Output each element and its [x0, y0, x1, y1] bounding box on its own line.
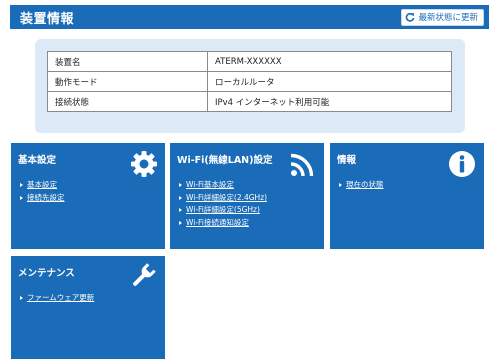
link-basic-settings[interactable]: 基本設定	[27, 180, 57, 189]
card-title-basic-settings: 基本設定	[18, 155, 57, 166]
operation-mode-value: ローカルルータ	[207, 71, 452, 92]
wifi-settings-links: Wi-Fi基本設定 Wi-Fi詳細設定(2.4GHz) Wi-Fi詳細設定(5G…	[179, 179, 267, 229]
link-wifi-basic-settings[interactable]: Wi-Fi基本設定	[186, 180, 234, 189]
maintenance-links: ファームウェア更新	[20, 292, 94, 305]
information-links: 現在の状態	[339, 179, 384, 192]
card-title-information: 情報	[337, 155, 357, 166]
connection-status-label: 接続状態	[47, 91, 208, 112]
list-item: Wi-Fi詳細設定(2.4GHz)	[179, 192, 267, 205]
card-title-maintenance: メンテナンス	[18, 268, 75, 279]
link-wifi-advanced-5ghz[interactable]: Wi-Fi詳細設定(5GHz)	[186, 205, 260, 214]
link-firmware-update[interactable]: ファームウェア更新	[27, 293, 94, 302]
link-wifi-connection-notification[interactable]: Wi-Fi接続通知設定	[186, 218, 249, 227]
operation-mode-label: 動作モード	[47, 71, 208, 92]
connection-status-value: IPv4 インターネット利用可能	[207, 91, 452, 112]
wrench-icon	[130, 263, 156, 293]
page-title: 装置情報	[20, 11, 75, 27]
list-item: 接続先設定	[20, 192, 65, 205]
table-row: 動作モード ローカルルータ	[47, 71, 452, 92]
list-item: Wi-Fi基本設定	[179, 179, 267, 192]
table-row: 接続状態 IPv4 インターネット利用可能	[47, 91, 452, 112]
refresh-label: 最新状態に更新	[418, 13, 478, 23]
wifi-settings-card: Wi-Fi(無線LAN)設定 Wi-Fi基本設定 Wi-Fi詳細設定(2.4GH…	[170, 143, 324, 249]
device-name-value: ATERM-XXXXXX	[207, 51, 452, 72]
link-current-status[interactable]: 現在の状態	[346, 180, 384, 189]
information-card: 情報 現在の状態	[330, 143, 484, 249]
basic-settings-card: 基本設定 基本設定 接続先設定	[11, 143, 165, 249]
card-title-wifi-settings: Wi-Fi(無線LAN)設定	[177, 155, 273, 166]
basic-settings-links: 基本設定 接続先設定	[20, 179, 65, 204]
device-info-panel: 装置名 ATERM-XXXXXX 動作モード ローカルルータ 接続状態 IPv4…	[35, 39, 465, 133]
list-item: Wi-Fi詳細設定(5GHz)	[179, 204, 267, 217]
link-connection-settings[interactable]: 接続先設定	[27, 193, 65, 202]
list-item: 現在の状態	[339, 179, 384, 192]
list-item: ファームウェア更新	[20, 292, 94, 305]
device-name-label: 装置名	[47, 51, 208, 72]
table-row: 装置名 ATERM-XXXXXX	[47, 51, 452, 72]
device-info-table: 装置名 ATERM-XXXXXX 動作モード ローカルルータ 接続状態 IPv4…	[47, 51, 452, 112]
wifi-signal-icon	[290, 151, 316, 181]
page-header: 装置情報 最新状態に更新	[10, 5, 489, 29]
maintenance-card: メンテナンス ファームウェア更新	[11, 256, 165, 359]
info-icon	[448, 150, 476, 182]
list-item: Wi-Fi接続通知設定	[179, 217, 267, 230]
refresh-button[interactable]: 最新状態に更新	[401, 8, 484, 26]
list-item: 基本設定	[20, 179, 65, 192]
refresh-icon	[405, 12, 415, 22]
page: 装置情報 最新状態に更新 装置名 ATERM-XXXXXX 動作モード ローカル…	[0, 0, 500, 364]
gear-icon	[130, 150, 158, 182]
link-wifi-advanced-2-4ghz[interactable]: Wi-Fi詳細設定(2.4GHz)	[186, 193, 267, 202]
